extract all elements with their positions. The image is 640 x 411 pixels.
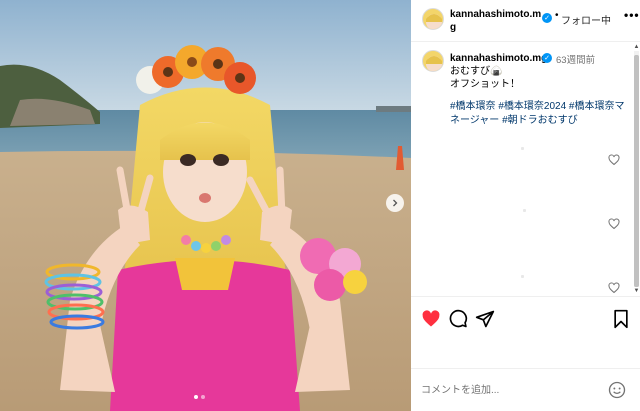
redacted-comment: [521, 147, 524, 150]
separator-dot: •: [555, 10, 559, 21]
heart-outline-icon[interactable]: [608, 154, 620, 166]
caption-line: オフショット！: [450, 79, 520, 90]
post-photo[interactable]: [0, 0, 411, 411]
caption-username[interactable]: kannahashimoto.mg: [450, 53, 547, 64]
add-comment-bar: [411, 368, 640, 411]
slide-dot-active: [194, 395, 198, 399]
heart-filled-icon[interactable]: [421, 309, 441, 329]
post-actions: [411, 296, 640, 346]
post-header: kannahashimoto.mg ✓ • フォロー中 •••: [411, 0, 640, 42]
bookmark-icon[interactable]: [611, 309, 631, 329]
avatar[interactable]: [422, 8, 444, 30]
comment-input[interactable]: [421, 379, 601, 401]
heart-outline-icon[interactable]: [608, 218, 620, 230]
verified-badge-icon: ✓: [542, 13, 552, 23]
chevron-right-icon: [393, 199, 398, 207]
more-options-button[interactable]: •••: [624, 8, 640, 22]
slide-dot: [201, 395, 205, 399]
verified-badge-icon: ✓: [542, 53, 552, 63]
comments-area[interactable]: kannahashimoto.mg ✓ 63週間前 おむすび🍙 オフショット！ …: [411, 43, 633, 295]
comment-bubble-icon[interactable]: [448, 309, 468, 329]
redacted-comment: [523, 209, 526, 212]
avatar[interactable]: [422, 50, 444, 72]
redacted-comment: [521, 275, 524, 278]
scroll-down-arrow-icon[interactable]: ▼: [633, 287, 640, 295]
caption-timestamp[interactable]: 63週間前: [556, 52, 595, 66]
smiley-icon[interactable]: [608, 381, 626, 399]
next-slide-button[interactable]: [386, 194, 404, 212]
caption-hashtags[interactable]: #橋本環奈 #橋本環奈2024 #橋本環奈マネージャー #朝ドラおむすび: [450, 100, 628, 128]
slide-indicator: [194, 395, 205, 399]
comments-scrollbar[interactable]: ▲ ▼: [633, 43, 640, 295]
post-side-panel: kannahashimoto.mg ✓ • フォロー中 ••• kannahas…: [411, 0, 640, 411]
caption-line: おむすび🍙: [450, 66, 503, 77]
heart-outline-icon[interactable]: [608, 282, 620, 294]
post-image: [0, 0, 411, 411]
post-username[interactable]: kannahashimoto.mg: [450, 8, 542, 34]
following-button[interactable]: フォロー中: [561, 12, 611, 27]
paper-plane-icon[interactable]: [475, 309, 495, 329]
scroll-up-arrow-icon[interactable]: ▲: [633, 43, 640, 51]
scrollbar-thumb[interactable]: [634, 55, 639, 287]
